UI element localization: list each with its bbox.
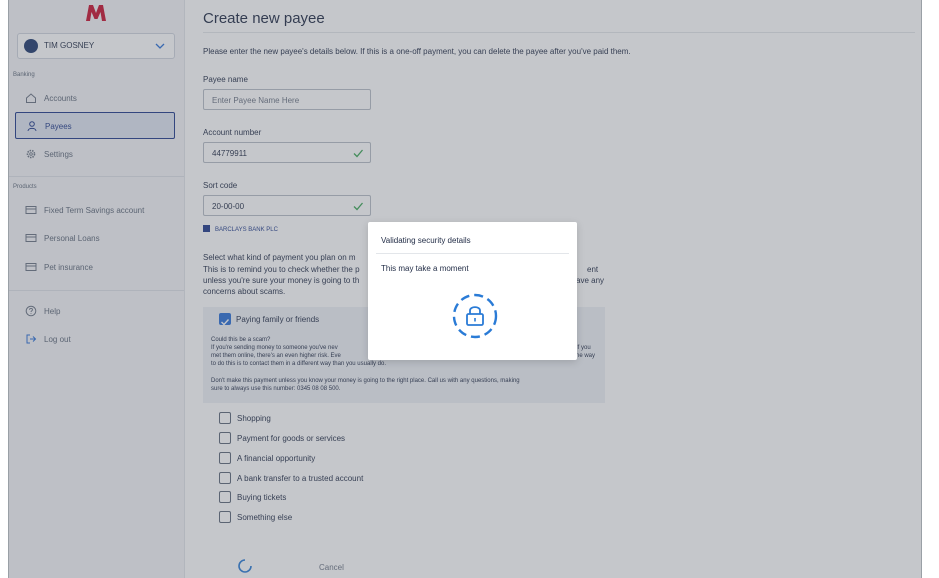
dialog-title: Validating security details <box>381 236 471 245</box>
dialog-divider <box>376 253 569 254</box>
app-window: TIM GOSNEY Banking Accounts Payees Setti… <box>8 0 922 578</box>
dialog-message: This may take a moment <box>381 264 469 273</box>
validation-dialog: Validating security details This may tak… <box>368 222 577 360</box>
lock-icon <box>452 293 498 339</box>
